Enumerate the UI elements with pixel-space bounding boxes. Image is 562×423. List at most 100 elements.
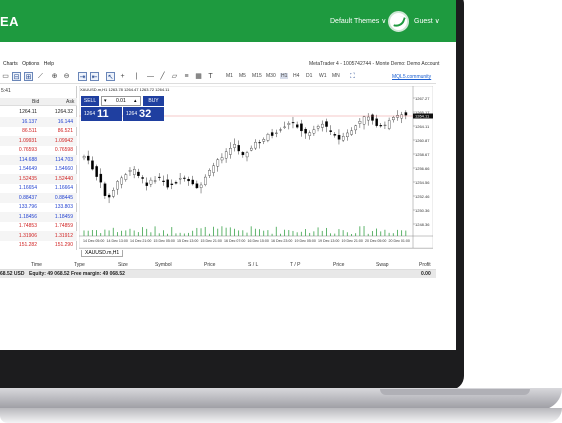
market-watch-row[interactable]: 133.796 133.803 [0, 202, 77, 212]
tf-mn[interactable]: MN [332, 73, 340, 79]
volume-bar [83, 230, 85, 236]
volume-bar [321, 230, 323, 236]
volume-bar [179, 232, 181, 236]
line-chart-icon[interactable]: ⟋ [36, 72, 45, 81]
tf-d1[interactable]: D1 [306, 73, 312, 79]
candle-body [245, 152, 249, 158]
tf-m5[interactable]: M5 [239, 73, 246, 79]
ask-value: 1.52440 [54, 175, 73, 182]
volume-bar [401, 230, 403, 236]
user-avatar-icon[interactable] [388, 11, 409, 32]
tf-m15[interactable]: M15 [252, 73, 262, 79]
date-tick-label: 15 Dec 13:00 [177, 239, 198, 243]
market-watch-row[interactable]: 16.137 16.144 [0, 116, 77, 127]
candle-body [287, 123, 291, 125]
sell-button[interactable]: SELL [81, 96, 99, 106]
mql5-community-link[interactable]: MQL5.community [392, 74, 431, 80]
market-watch-row[interactable]: 1.18456 1.18459 [0, 211, 77, 222]
volume-bar [225, 227, 227, 236]
site-header: EA Default Themes ∨ Guest ∨ [0, 0, 456, 42]
candle-body [91, 160, 94, 170]
tab-xauusd[interactable]: XAUUSD.m,H1 [81, 250, 124, 257]
menu-options[interactable]: Options [22, 61, 39, 67]
lot-down-icon[interactable]: ▾ [104, 97, 107, 105]
col-swap: Swap [376, 262, 389, 268]
text-icon[interactable]: T [206, 72, 215, 81]
fibonacci-icon[interactable]: ≡ [182, 72, 191, 81]
tf-m30[interactable]: M30 [266, 73, 276, 79]
market-watch-row[interactable]: 114.688 114.703 [0, 154, 77, 165]
candle-chart-icon[interactable]: ⊞ [24, 72, 33, 81]
market-watch-row[interactable]: 1.09931 1.09942 [0, 135, 77, 146]
themes-dropdown[interactable]: Default Themes ∨ [330, 17, 386, 25]
volume-bar [342, 230, 344, 236]
candle-body [404, 112, 408, 116]
buy-price[interactable]: 1264 32 [123, 107, 164, 121]
tf-h1[interactable]: H1 [280, 73, 289, 79]
candle-body [283, 126, 286, 128]
sell-price[interactable]: 1264 11 [81, 107, 122, 121]
market-watch-row[interactable]: 1.54649 1.54660 [0, 164, 77, 174]
buy-button[interactable]: BUY [143, 96, 164, 106]
cursor-icon[interactable]: ↖ [106, 72, 115, 81]
laptop-shadow [0, 408, 562, 423]
date-tick-label: 19 Dec 05:00 [295, 239, 316, 243]
volume-bar [330, 233, 331, 236]
market-watch-row[interactable]: 151.282 151.290 [0, 240, 77, 250]
bid-value: 114.688 [19, 156, 37, 163]
market-watch-row[interactable]: 1.31906 1.31912 [0, 230, 77, 241]
autoscroll-icon[interactable]: ⇥ [78, 72, 87, 81]
market-watch-row[interactable]: 86.511 86.521 [0, 126, 77, 136]
price-tick-label: 1256.66 [415, 166, 430, 171]
crosshair-icon[interactable]: + [118, 72, 127, 81]
ask-value: 1.54660 [54, 166, 73, 172]
price-tick-label: 1248.36 [415, 222, 430, 227]
market-watch-row[interactable]: 1.74853 1.74859 [0, 221, 77, 231]
volume-bar [104, 229, 106, 236]
ask-value: 1.31912 [54, 232, 73, 239]
zoom-in-icon[interactable]: ⊕ [50, 72, 59, 81]
fullscreen-icon[interactable]: ⛶ [348, 72, 357, 81]
leaf-icon [393, 14, 406, 30]
lot-value: 0.01 [116, 98, 126, 104]
price-tick-label: 1258.67 [415, 152, 430, 157]
menu-charts[interactable]: Charts [3, 61, 18, 67]
zoom-out-icon[interactable]: ⊖ [62, 72, 71, 81]
market-watch-row[interactable]: 0.88437 0.88445 [0, 192, 77, 203]
candle-body [367, 116, 370, 121]
channel-icon[interactable]: ▱ [170, 72, 179, 81]
bid-value: 1.74853 [18, 223, 37, 229]
guest-menu[interactable]: Guest ∨ [414, 17, 440, 25]
candle-body [99, 173, 103, 183]
menu-help[interactable]: Help [44, 61, 54, 67]
trendline-icon[interactable]: ╱ [158, 72, 167, 81]
bar-chart-icon[interactable]: ⊟ [12, 72, 21, 81]
candle-body [400, 114, 403, 119]
vertical-line-icon[interactable]: | [132, 72, 141, 81]
volume-bar [112, 227, 114, 236]
tf-h4[interactable]: H4 [293, 73, 299, 79]
market-watch-row[interactable]: 1.52435 1.52440 [0, 173, 77, 184]
grid-icon[interactable]: ▦ [194, 72, 203, 81]
market-watch-row[interactable]: 0.76593 0.76598 [0, 145, 77, 155]
volume-bar [313, 231, 315, 236]
market-watch-row[interactable]: 1264.11 1264.32 [0, 107, 77, 117]
tf-m1[interactable]: M1 [226, 73, 233, 79]
date-tick-label: 15 Dec 21:00 [201, 239, 222, 243]
bid-value: 1.31906 [18, 232, 37, 239]
volume-bar [117, 232, 118, 236]
market-watch-row[interactable]: 1.16654 1.16664 [0, 183, 77, 193]
price-tick-label: 1254.56 [415, 180, 430, 185]
volume-bar [158, 233, 160, 236]
col-bid: Bid [32, 99, 40, 105]
new-order-icon[interactable]: ▭ [1, 72, 10, 81]
lot-size-input[interactable]: ▾ 0.01 ▴ [101, 96, 141, 106]
volume-bar [137, 232, 139, 236]
chart-shift-icon[interactable]: ⇤ [90, 72, 99, 81]
tf-w1[interactable]: W1 [319, 73, 327, 79]
volume-bar [355, 233, 357, 236]
horizontal-line-icon[interactable]: — [146, 72, 155, 81]
lot-up-icon[interactable]: ▴ [134, 97, 137, 105]
candle-body [145, 182, 149, 186]
candle-body [220, 157, 224, 161]
